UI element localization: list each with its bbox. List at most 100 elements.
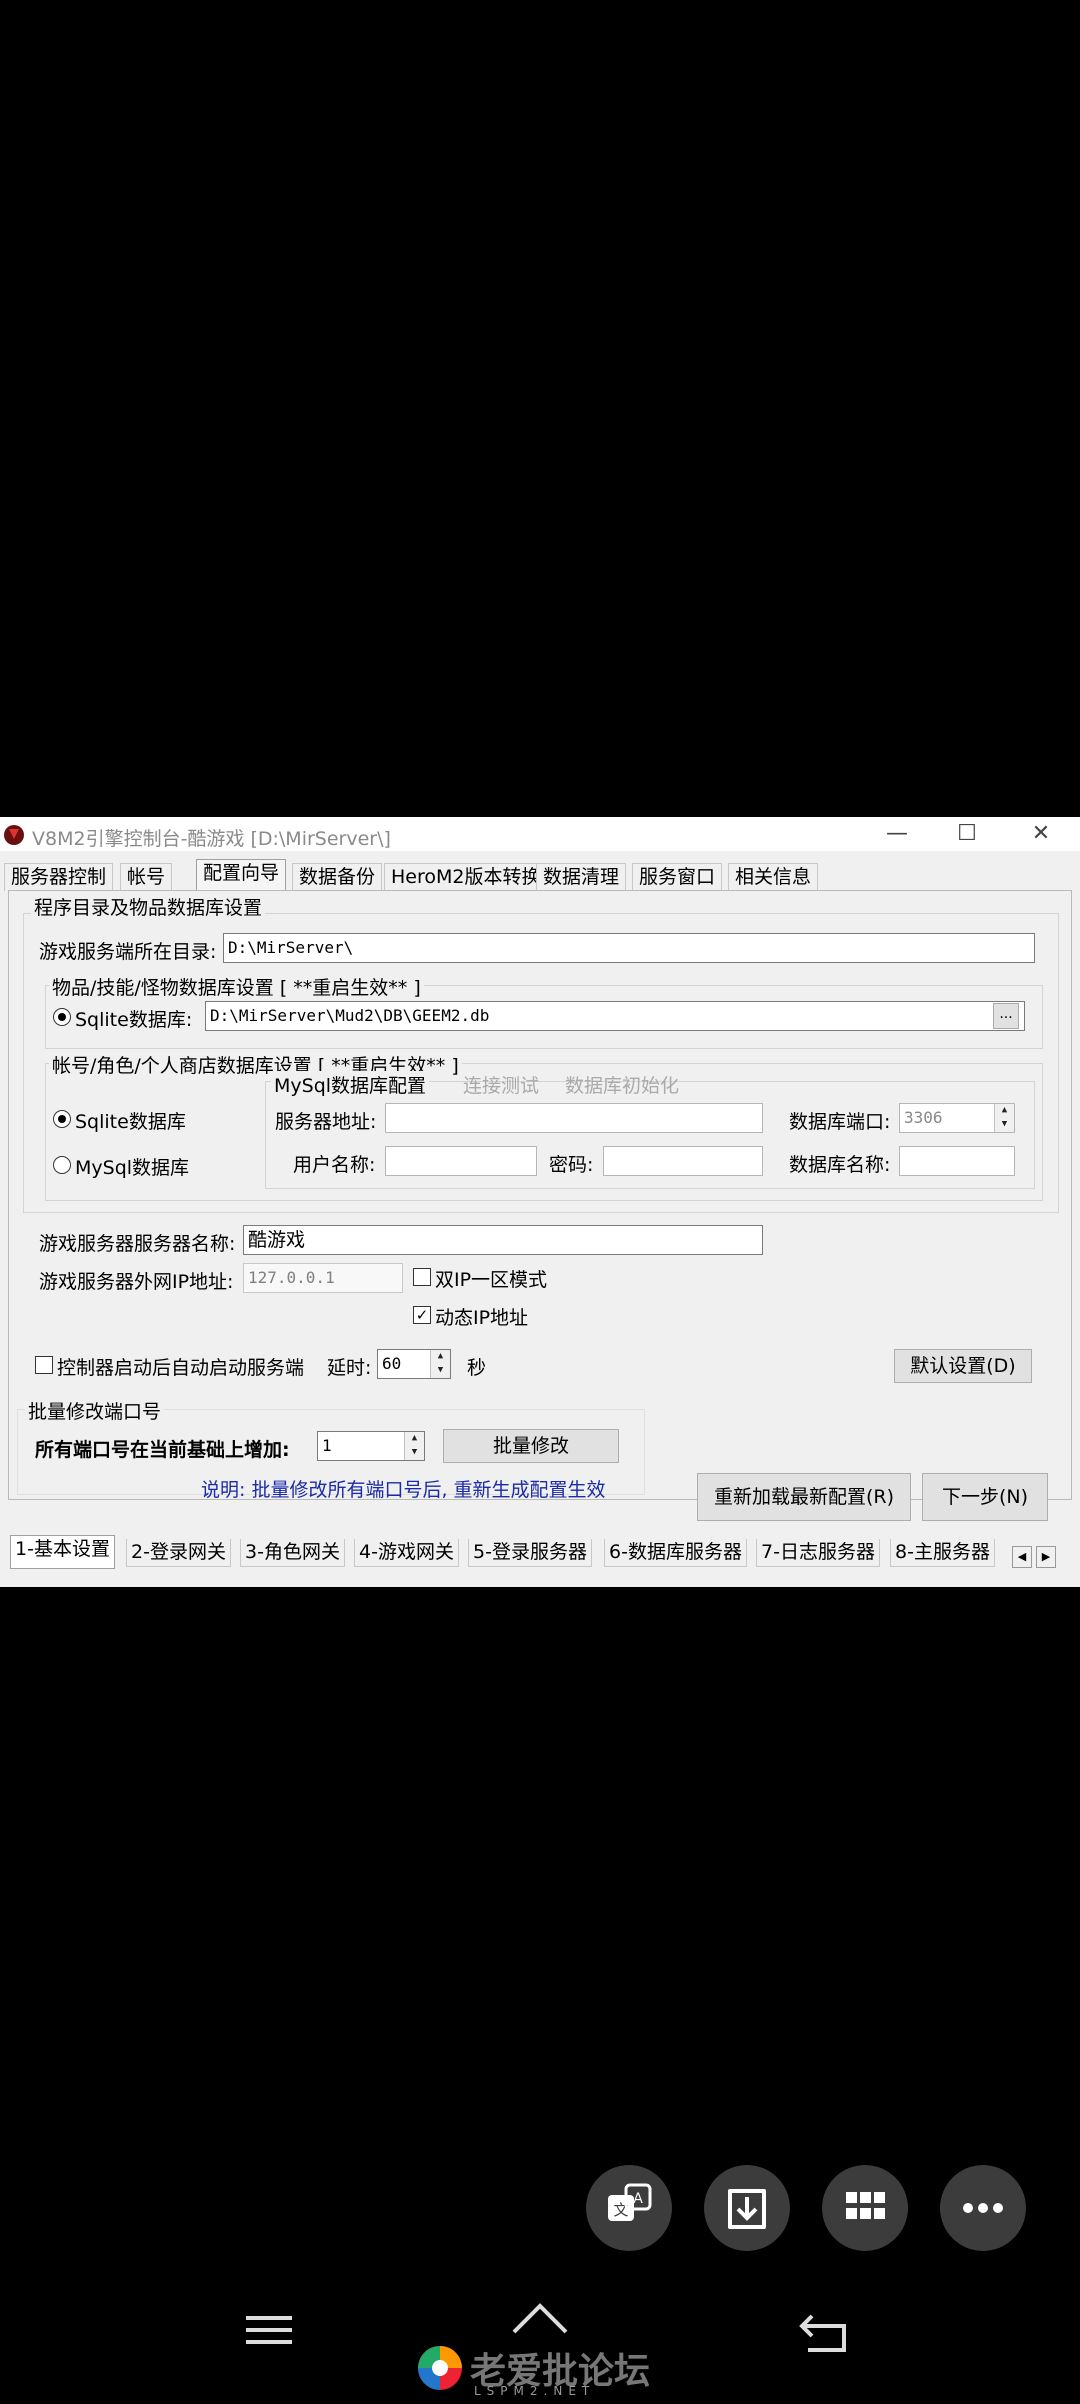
account-mysql-label: MySql数据库 <box>75 1157 190 1179</box>
tab-related-info[interactable]: 相关信息 <box>728 863 819 891</box>
tab-service-window[interactable]: 服务窗口 <box>632 863 723 891</box>
ip-input[interactable]: 127.0.0.1 <box>243 1263 403 1293</box>
tab-scroll-left-icon[interactable]: ◀ <box>1012 1546 1032 1568</box>
autostart-checkbox[interactable] <box>35 1356 53 1374</box>
batch-modify-button[interactable]: 批量修改 <box>443 1429 619 1463</box>
db-port-spinner[interactable]: ▲ ▼ <box>994 1104 1014 1132</box>
password-label: 密码: <box>549 1154 594 1176</box>
account-sqlite-radio[interactable] <box>53 1110 71 1128</box>
btab-log-server[interactable]: 7-日志服务器 <box>756 1539 880 1567</box>
batch-group-title: 批量修改端口号 <box>25 1397 165 1424</box>
bottom-tab-bar: 1-基本设置 2-登录网关 3-角色网关 4-游戏网关 5-登录服务器 6-数据… <box>0 1535 1080 1569</box>
sqlite-path-input[interactable]: D:\MirServer\Mud2\DB\GEEM2.db <box>205 1001 1025 1031</box>
watermark-subtext: LSPM2.NET <box>474 2384 596 2398</box>
maximize-icon[interactable]: ☐ <box>932 817 1002 851</box>
item-sqlite-label: Sqlite数据库: <box>75 1009 193 1031</box>
tab-herom2-convert[interactable]: HeroM2版本转换 <box>384 863 548 891</box>
spin-down-icon[interactable]: ▼ <box>995 1118 1014 1132</box>
db-port-value: 3306 <box>904 1108 943 1127</box>
app-logo-icon <box>4 825 24 845</box>
close-icon[interactable]: ✕ <box>1006 817 1076 851</box>
dual-ip-checkbox[interactable] <box>413 1268 431 1286</box>
db-name-input[interactable] <box>899 1146 1015 1176</box>
top-tab-bar: 服务器控制 帐号 配置向导 数据备份 HeroM2版本转换 数据清理 服务窗口 … <box>0 859 1080 891</box>
db-init-link[interactable]: 数据库初始化 <box>565 1071 679 1098</box>
mysql-config-title: MySql数据库配置 <box>271 1071 430 1098</box>
dynamic-ip-label: 动态IP地址 <box>435 1307 529 1329</box>
account-sqlite-label: Sqlite数据库 <box>75 1111 186 1133</box>
item-db-group-title: 物品/技能/怪物数据库设置 [ **重启生效** ] <box>49 973 424 1000</box>
server-addr-input[interactable] <box>385 1103 763 1133</box>
apps-button[interactable] <box>822 2165 908 2251</box>
grid-icon <box>846 2192 885 2219</box>
btab-main-server[interactable]: 8-主服务器 <box>890 1539 995 1567</box>
server-name-input[interactable]: 酷游戏 <box>243 1225 763 1255</box>
btab-game-gateway[interactable]: 4-游戏网关 <box>354 1539 459 1567</box>
username-input[interactable] <box>385 1146 537 1176</box>
delay-input[interactable]: 60 ▲ ▼ <box>377 1349 451 1379</box>
dynamic-ip-checkbox[interactable]: ✓ <box>413 1306 431 1324</box>
server-name-label: 游戏服务器服务器名称: <box>39 1233 236 1255</box>
seconds-label: 秒 <box>467 1357 487 1379</box>
spin-up-icon[interactable]: ▲ <box>405 1432 424 1446</box>
connection-test-link[interactable]: 连接测试 <box>463 1071 539 1098</box>
server-dir-input[interactable]: D:\MirServer\ <box>223 933 1035 963</box>
tab-server-control[interactable]: 服务器控制 <box>4 863 114 891</box>
more-button[interactable] <box>940 2165 1026 2251</box>
translate-button[interactable]: 文 A <box>586 2165 672 2251</box>
config-panel: 程序目录及物品数据库设置 游戏服务端所在目录: D:\MirServer\ 物品… <box>8 890 1072 1521</box>
ip-label: 游戏服务器外网IP地址: <box>39 1271 234 1293</box>
increase-value: 1 <box>322 1436 332 1455</box>
server-addr-label: 服务器地址: <box>275 1111 377 1133</box>
batch-note: 说明: 批量修改所有端口号后, 重新生成配置生效 <box>201 1479 606 1501</box>
db-name-label: 数据库名称: <box>789 1154 891 1176</box>
download-icon <box>728 2189 766 2229</box>
delay-value: 60 <box>382 1354 402 1373</box>
default-settings-button[interactable]: 默认设置(D) <box>894 1349 1032 1383</box>
program-dir-group-title: 程序目录及物品数据库设置 <box>31 893 266 920</box>
tab-config-wizard[interactable]: 配置向导 <box>196 859 287 891</box>
title-bar: V8M2引擎控制台-酷游戏 [D:\MirServer\] — ☐ ✕ <box>0 817 1080 851</box>
download-button[interactable] <box>704 2165 790 2251</box>
app-window: V8M2引擎控制台-酷游戏 [D:\MirServer\] — ☐ ✕ 服务器控… <box>0 817 1080 1587</box>
item-sqlite-radio[interactable] <box>53 1008 71 1026</box>
btab-login-gateway[interactable]: 2-登录网关 <box>126 1539 231 1567</box>
watermark-logo-icon <box>418 2346 462 2390</box>
dual-ip-label: 双IP一区模式 <box>435 1269 548 1291</box>
home-icon[interactable] <box>510 2300 570 2340</box>
increase-label: 所有端口号在当前基础上增加: <box>35 1439 290 1461</box>
password-input[interactable] <box>603 1146 763 1176</box>
btab-role-gateway[interactable]: 3-角色网关 <box>240 1539 345 1567</box>
reload-config-button[interactable]: 重新加载最新配置(R) <box>697 1473 911 1521</box>
spin-up-icon[interactable]: ▲ <box>431 1350 450 1364</box>
menu-icon[interactable] <box>246 2310 294 2350</box>
tab-data-cleanup[interactable]: 数据清理 <box>536 863 627 891</box>
increase-input[interactable]: 1 ▲ ▼ <box>317 1431 425 1461</box>
autostart-label: 控制器启动后自动启动服务端 <box>57 1357 305 1379</box>
next-step-button[interactable]: 下一步(N) <box>922 1473 1048 1521</box>
tab-scroll-right-icon[interactable]: ▶ <box>1036 1546 1056 1568</box>
delay-label: 延时: <box>327 1357 372 1379</box>
username-label: 用户名称: <box>293 1154 376 1176</box>
svg-text:A: A <box>633 2191 643 2207</box>
back-icon[interactable] <box>798 2310 850 2354</box>
more-icon <box>963 2203 1003 2213</box>
spin-down-icon[interactable]: ▼ <box>431 1364 450 1378</box>
translate-icon: 文 A <box>608 2183 652 2221</box>
spin-down-icon[interactable]: ▼ <box>405 1446 424 1460</box>
btab-login-server[interactable]: 5-登录服务器 <box>468 1539 592 1567</box>
browse-button[interactable]: ... <box>993 1003 1019 1029</box>
db-port-label: 数据库端口: <box>789 1111 891 1133</box>
btab-db-server[interactable]: 6-数据库服务器 <box>604 1539 747 1567</box>
tab-data-backup[interactable]: 数据备份 <box>292 863 383 891</box>
spin-up-icon[interactable]: ▲ <box>995 1104 1014 1118</box>
btab-basic-settings[interactable]: 1-基本设置 <box>10 1535 115 1569</box>
minimize-icon[interactable]: — <box>862 817 932 851</box>
increase-spinner[interactable]: ▲ ▼ <box>404 1432 424 1460</box>
db-port-input[interactable]: 3306 ▲ ▼ <box>899 1103 1015 1133</box>
window-title: V8M2引擎控制台-酷游戏 [D:\MirServer\] <box>32 828 391 850</box>
delay-spinner[interactable]: ▲ ▼ <box>430 1350 450 1378</box>
server-dir-label: 游戏服务端所在目录: <box>39 941 217 963</box>
account-mysql-radio[interactable] <box>53 1156 71 1174</box>
tab-account[interactable]: 帐号 <box>120 863 173 891</box>
